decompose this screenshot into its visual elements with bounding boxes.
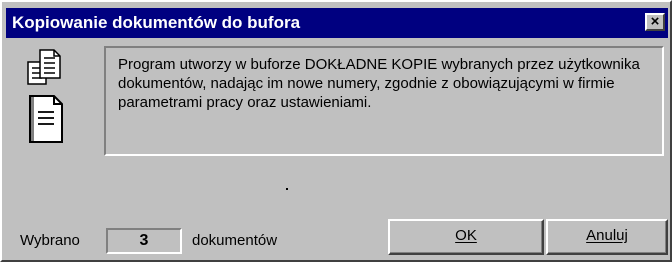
cancel-button[interactable]: Anuluj <box>546 219 668 255</box>
selected-label: Wybrano <box>20 232 80 249</box>
close-button[interactable]: × <box>645 13 665 31</box>
documents-copy-icon-graphic <box>27 49 63 143</box>
ok-button[interactable]: OK <box>388 219 544 255</box>
divider-dot <box>286 188 288 190</box>
close-icon: × <box>650 13 660 30</box>
documents-copy-icon <box>24 48 86 144</box>
cancel-button-label: Anuluj <box>586 227 628 244</box>
message-text: Program utworzy w buforze DOKŁADNE KOPIE… <box>118 56 640 111</box>
selected-count: 3 <box>106 228 182 254</box>
title-bar: Kopiowanie dokumentów do bufora × <box>6 8 668 38</box>
documents-label: dokumentów <box>192 232 278 249</box>
dialog-title: Kopiowanie dokumentów do bufora <box>12 13 301 32</box>
ok-button-label: OK <box>455 227 477 244</box>
message-panel: Program utworzy w buforze DOKŁADNE KOPIE… <box>104 46 664 156</box>
